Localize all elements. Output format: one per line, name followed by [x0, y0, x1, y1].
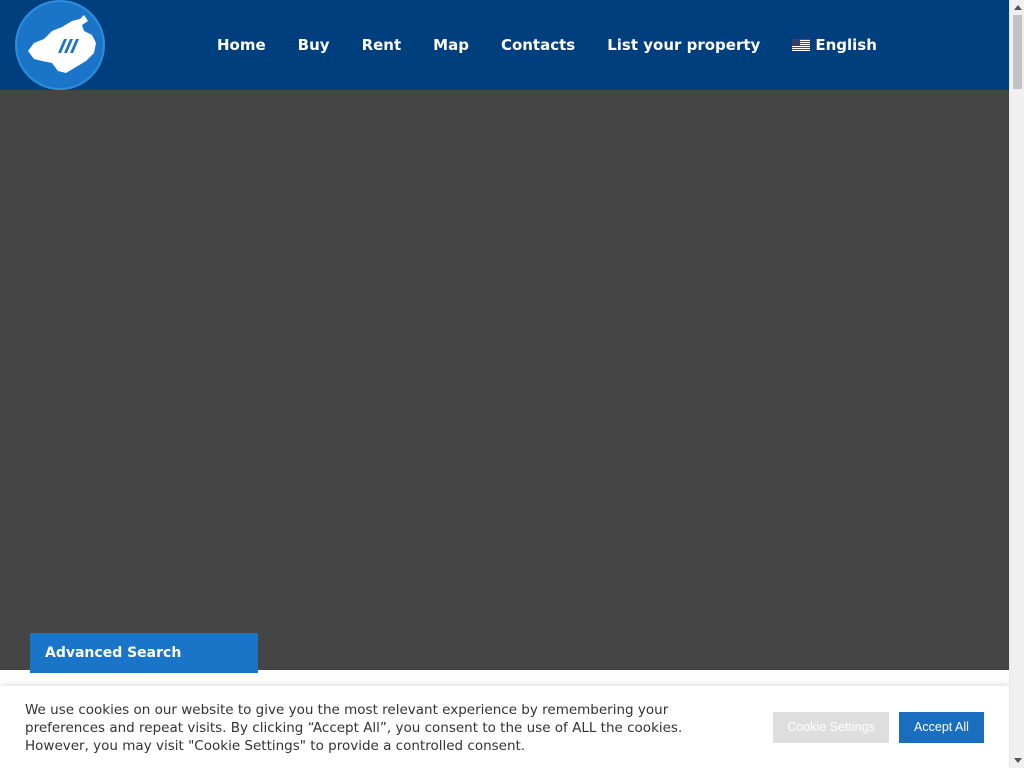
hero-banner	[0, 90, 1009, 670]
vertical-scrollbar[interactable]	[1009, 0, 1024, 768]
scroll-up-icon[interactable]	[1010, 0, 1024, 15]
site-logo[interactable]	[15, 0, 105, 90]
accept-all-button[interactable]: Accept All	[899, 712, 984, 743]
nav-language-english[interactable]: English	[776, 0, 893, 90]
nav-rent[interactable]: Rent	[346, 0, 418, 90]
main-nav: Home Buy Rent Map Contacts List your pro…	[201, 0, 893, 90]
nav-contacts[interactable]: Contacts	[485, 0, 591, 90]
language-label: English	[815, 36, 877, 54]
site-header: Home Buy Rent Map Contacts List your pro…	[0, 0, 1009, 90]
nav-map[interactable]: Map	[417, 0, 485, 90]
us-flag-icon	[792, 39, 811, 51]
nav-list-property[interactable]: List your property	[591, 0, 776, 90]
cookie-banner: We use cookies on our website to give yo…	[0, 686, 1009, 768]
nav-buy[interactable]: Buy	[282, 0, 346, 90]
advanced-search-button[interactable]: Advanced Search	[30, 633, 258, 673]
scroll-down-icon[interactable]	[1010, 753, 1024, 768]
nav-home[interactable]: Home	[201, 0, 282, 90]
mallorca-island-icon	[28, 15, 96, 73]
scrollbar-thumb[interactable]	[1013, 15, 1022, 89]
cookie-settings-button[interactable]: Cookie Settings	[773, 712, 889, 743]
cookie-message: We use cookies on our website to give yo…	[25, 702, 683, 754]
page: Home Buy Rent Map Contacts List your pro…	[0, 0, 1009, 768]
